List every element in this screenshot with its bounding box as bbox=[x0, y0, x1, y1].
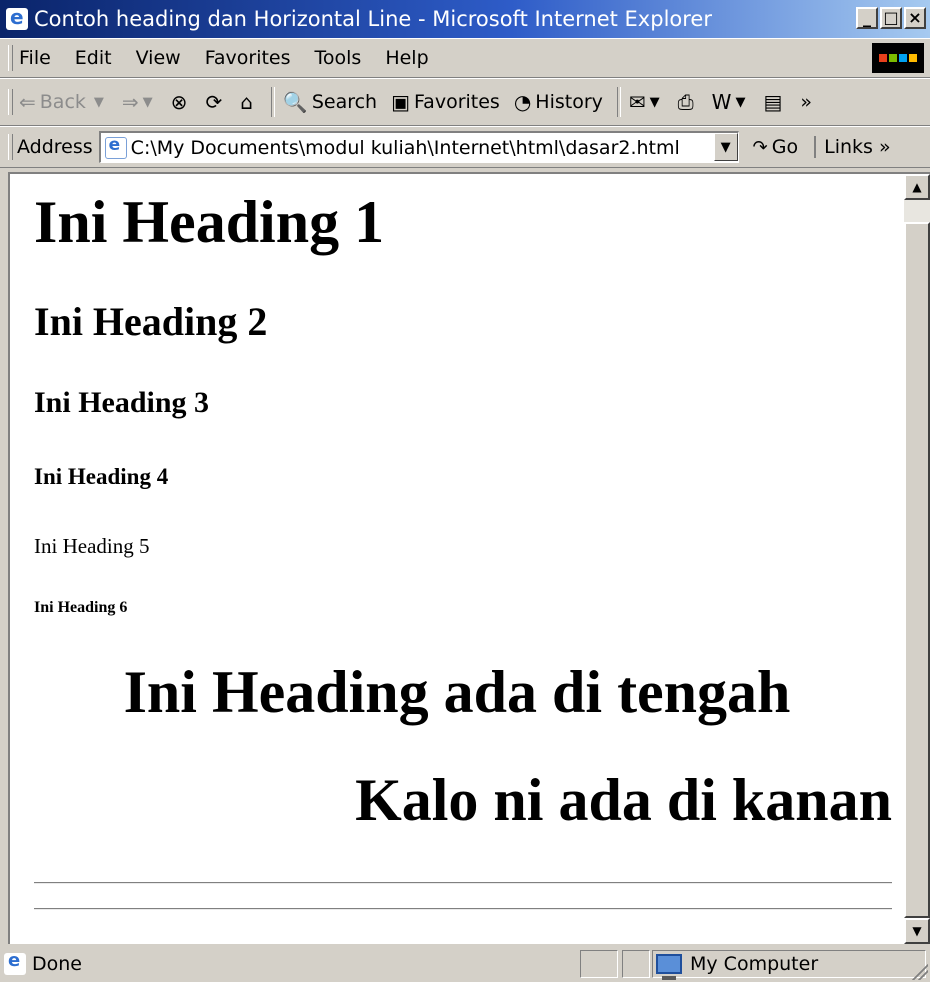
heading-4: Ini Heading 4 bbox=[34, 464, 169, 489]
scroll-down-button[interactable]: ▼ bbox=[904, 918, 930, 944]
address-grip[interactable] bbox=[8, 134, 13, 160]
forward-button[interactable]: ⇒ ▼ bbox=[122, 90, 157, 114]
title-bar: Contoh heading dan Horizontal Line - Mic… bbox=[0, 0, 930, 38]
refresh-icon: ⟳ bbox=[205, 90, 223, 114]
history-icon: ◔ bbox=[513, 90, 532, 114]
heading-3: Ini Heading 3 bbox=[34, 386, 210, 419]
search-label: Search bbox=[311, 91, 378, 113]
security-zone: My Computer bbox=[656, 950, 819, 980]
discuss-button[interactable]: ▤ bbox=[763, 90, 786, 114]
links-chevron[interactable]: » bbox=[879, 136, 891, 158]
heading-5: Ini Heading 5 bbox=[34, 534, 150, 558]
print-button[interactable]: ⎙ bbox=[678, 90, 698, 114]
toolbar-separator bbox=[270, 87, 275, 117]
standard-toolbar: ⇐ Back ▼ ⇒ ▼ ⊗ ⟳ ⌂ 🔍 Search ▣ Favorites … bbox=[0, 78, 930, 126]
vertical-scrollbar[interactable]: ▲ ▼ bbox=[904, 174, 930, 944]
print-icon: ⎙ bbox=[677, 90, 694, 114]
status-panel-progress bbox=[580, 950, 618, 978]
word-icon: W bbox=[711, 90, 732, 114]
heading-2: Ini Heading 2 bbox=[34, 299, 268, 344]
menu-grip[interactable] bbox=[8, 45, 13, 71]
favorites-button[interactable]: ▣ Favorites bbox=[391, 90, 500, 114]
resize-grip-icon[interactable] bbox=[910, 962, 928, 980]
scroll-up-button[interactable]: ▲ bbox=[904, 174, 930, 200]
status-bar: Done My Computer bbox=[0, 946, 930, 982]
maximize-button[interactable]: □ bbox=[880, 7, 902, 29]
minimize-button[interactable]: _ bbox=[856, 7, 878, 29]
page-content: Ini Heading 1 Ini Heading 2 Ini Heading … bbox=[10, 174, 904, 944]
mail-dropdown-icon[interactable]: ▼ bbox=[650, 95, 660, 110]
go-arrow-icon: ↷ bbox=[752, 136, 768, 158]
back-arrow-icon: ⇐ bbox=[19, 90, 36, 114]
search-icon: 🔍 bbox=[282, 90, 308, 114]
heading-6: Ini Heading 6 bbox=[34, 599, 128, 616]
address-dropdown-icon[interactable]: ▼ bbox=[713, 133, 738, 161]
home-button[interactable]: ⌂ bbox=[240, 90, 257, 114]
search-button[interactable]: 🔍 Search bbox=[283, 90, 377, 114]
horizontal-rule-1 bbox=[34, 882, 892, 884]
history-button[interactable]: ◔ History bbox=[514, 90, 603, 114]
go-button[interactable]: ↷ Go bbox=[753, 136, 798, 158]
menu-help[interactable]: Help bbox=[385, 47, 428, 69]
toolbar-separator-2 bbox=[616, 87, 621, 117]
page-viewport[interactable]: Ini Heading 1 Ini Heading 2 Ini Heading … bbox=[8, 172, 930, 944]
forward-dropdown-icon[interactable]: ▼ bbox=[143, 95, 153, 110]
ie-app-icon[interactable] bbox=[6, 5, 28, 30]
toolbar-grip[interactable] bbox=[8, 89, 13, 115]
back-label: Back bbox=[39, 91, 86, 113]
forward-arrow-icon: ⇒ bbox=[121, 90, 139, 114]
back-dropdown-icon[interactable]: ▼ bbox=[94, 95, 104, 110]
history-label: History bbox=[535, 91, 603, 113]
links-label: Links bbox=[824, 136, 873, 158]
window-title: Contoh heading dan Horizontal Line - Mic… bbox=[34, 7, 712, 31]
window-controls: _ □ × bbox=[856, 7, 926, 29]
home-icon: ⌂ bbox=[240, 90, 253, 114]
refresh-button[interactable]: ⟳ bbox=[205, 90, 226, 114]
links-button[interactable]: Links » bbox=[814, 136, 891, 158]
discuss-icon: ▤ bbox=[763, 90, 783, 114]
edit-dropdown-icon[interactable]: ▼ bbox=[735, 95, 745, 110]
menu-view[interactable]: View bbox=[136, 47, 181, 69]
page-status-icon bbox=[4, 950, 26, 975]
heading-centered: Ini Heading ada di tengah bbox=[123, 659, 791, 725]
mail-icon: ✉ bbox=[628, 90, 646, 114]
address-input[interactable]: C:\My Documents\modul kuliah\Internet\ht… bbox=[98, 131, 739, 163]
mail-button[interactable]: ✉ ▼ bbox=[629, 90, 664, 114]
favorites-icon: ▣ bbox=[391, 90, 410, 114]
address-label: Address bbox=[17, 136, 93, 158]
page-icon bbox=[104, 135, 127, 159]
menu-tools[interactable]: Tools bbox=[315, 47, 362, 69]
edit-button[interactable]: W ▼ bbox=[712, 90, 750, 114]
favorites-label: Favorites bbox=[414, 91, 500, 113]
zone-label: My Computer bbox=[690, 953, 819, 975]
address-url[interactable]: C:\My Documents\modul kuliah\Internet\ht… bbox=[131, 137, 680, 159]
my-computer-icon bbox=[656, 954, 682, 980]
back-button[interactable]: ⇐ Back ▼ bbox=[19, 90, 108, 114]
horizontal-rule-2 bbox=[34, 908, 892, 910]
menu-bar: File Edit View Favorites Tools Help bbox=[0, 38, 930, 78]
menu-edit[interactable]: Edit bbox=[75, 47, 112, 69]
heading-right-aligned: Kalo ni ada di kanan bbox=[355, 767, 892, 833]
go-label: Go bbox=[771, 136, 799, 158]
status-panel-security bbox=[622, 950, 650, 978]
scroll-thumb[interactable] bbox=[904, 222, 930, 918]
menu-favorites[interactable]: Favorites bbox=[205, 47, 291, 69]
menu-file[interactable]: File bbox=[19, 47, 51, 69]
stop-icon: ⊗ bbox=[170, 90, 188, 114]
toolbar-overflow-chevron[interactable]: » bbox=[800, 91, 812, 113]
address-bar: Address C:\My Documents\modul kuliah\Int… bbox=[0, 126, 930, 168]
close-button[interactable]: × bbox=[904, 7, 926, 29]
heading-1: Ini Heading 1 bbox=[34, 189, 385, 255]
windows-logo-icon bbox=[872, 43, 924, 73]
status-text: Done bbox=[32, 953, 82, 975]
stop-button[interactable]: ⊗ bbox=[171, 90, 192, 114]
